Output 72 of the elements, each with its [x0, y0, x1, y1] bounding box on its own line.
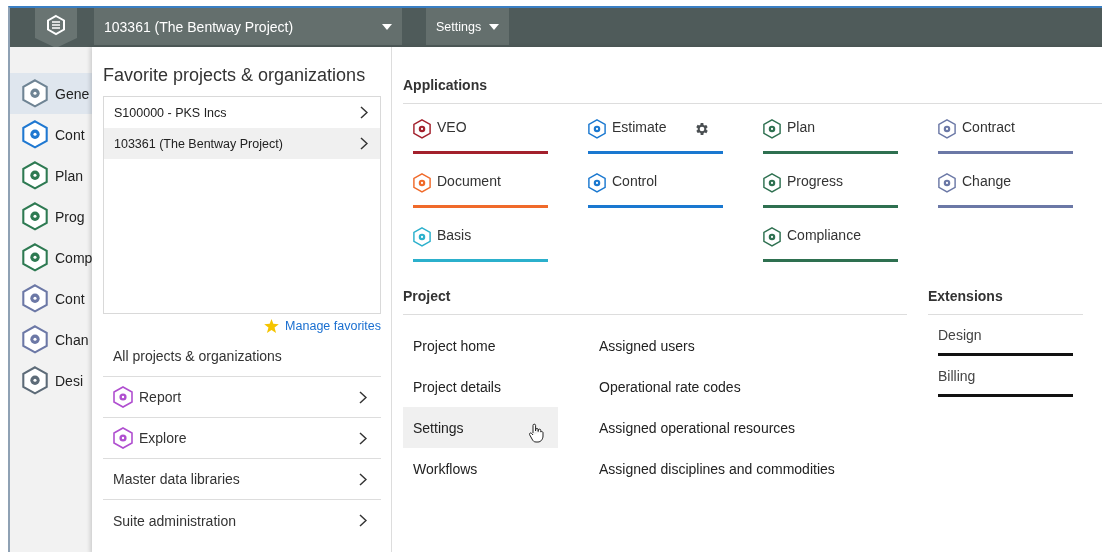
hexagon-icon — [763, 119, 781, 139]
application-tile[interactable]: Estimate — [588, 118, 723, 154]
application-tile[interactable]: Control — [588, 172, 723, 208]
project-dropdown[interactable]: 103361 (The Bentway Project) — [94, 8, 402, 45]
sidebar-item[interactable]: Cont — [10, 114, 92, 155]
project-link[interactable]: Operational rate codes — [589, 366, 835, 407]
navigation-item[interactable]: All projects & organizations — [103, 336, 381, 377]
chevron-right-icon — [360, 137, 368, 150]
hexagon-icon — [588, 173, 606, 193]
project-link[interactable]: Assigned users — [589, 325, 835, 366]
sidebar-label: Gene — [55, 85, 90, 102]
application-tile[interactable]: VEO — [413, 118, 548, 154]
application-tile[interactable]: Plan — [763, 118, 898, 154]
extension-link[interactable]: Billing — [938, 368, 1073, 397]
application-tile[interactable]: Progress — [763, 172, 898, 208]
logo-icon — [35, 8, 77, 48]
project-link[interactable]: Project details — [403, 366, 558, 407]
project-link[interactable]: Settings — [403, 407, 558, 448]
project-link[interactable]: Workflows — [403, 448, 558, 489]
chevron-right-icon — [359, 431, 367, 445]
hexagon-icon — [413, 173, 431, 193]
project-link[interactable]: Assigned disciplines and commodities — [589, 448, 835, 489]
hexagon-icon — [413, 227, 431, 247]
navigation-item[interactable]: Report — [103, 377, 381, 418]
hexagon-icon — [938, 119, 956, 139]
hexagon-icon — [763, 173, 781, 193]
project-link[interactable]: Project home — [403, 325, 558, 366]
sidebar-item[interactable]: Desi — [10, 360, 92, 401]
navigation-item[interactable]: Master data libraries — [103, 459, 381, 500]
sidebar-label: Comp — [55, 249, 92, 266]
caret-icon — [382, 23, 392, 30]
sidebar-item[interactable]: Prog — [10, 196, 92, 237]
chevron-right-icon — [359, 390, 367, 404]
sidebar-item[interactable]: Gene — [10, 73, 92, 114]
sidebar-item[interactable]: Comp — [10, 237, 92, 278]
settings-dropdown[interactable]: Settings — [426, 8, 510, 45]
chevron-right-icon — [360, 106, 368, 119]
sidebar-label: Cont — [55, 290, 85, 307]
manage-favorites-link[interactable]: Manage favorites — [285, 319, 381, 333]
sidebar-label: Plan — [55, 167, 84, 184]
application-tile[interactable]: Basis — [413, 226, 548, 262]
favorite-item[interactable]: 103361 (The Bentway Project) — [104, 128, 380, 159]
sidebar-label: Desi — [55, 372, 83, 389]
navigation-item[interactable]: Explore — [103, 418, 381, 459]
application-tile[interactable]: Document — [413, 172, 548, 208]
navigation-item[interactable]: Suite administration — [103, 500, 381, 541]
sidebar-label: Prog — [55, 208, 85, 225]
sidebar-label: Chan — [55, 331, 89, 348]
hand-cursor-icon — [528, 423, 544, 443]
favorites-title: Favorite projects & organizations — [103, 65, 367, 86]
section-heading: Extensions — [928, 288, 1083, 315]
project-link[interactable]: Assigned operational resources — [589, 407, 835, 448]
chevron-right-icon — [359, 472, 367, 486]
application-tile[interactable]: Compliance — [763, 226, 898, 262]
extension-link[interactable]: Design — [938, 327, 1073, 356]
favorite-item[interactable]: S100000 - PKS Incs — [104, 97, 380, 128]
application-tile[interactable]: Change — [938, 172, 1073, 208]
sidebar-item[interactable]: Chan — [10, 319, 92, 360]
sidebar-item[interactable]: Cont — [10, 278, 92, 319]
sidebar-label: Cont — [55, 126, 85, 143]
settings-icon[interactable] — [694, 121, 710, 137]
star-icon — [264, 319, 280, 333]
section-heading: Project — [403, 288, 907, 315]
hexagon-icon — [938, 173, 956, 193]
caret-icon — [489, 23, 500, 30]
hexagon-icon — [588, 119, 606, 139]
application-tile[interactable]: Contract — [938, 118, 1073, 154]
hexagon-icon — [413, 119, 431, 139]
section-heading: Applications — [403, 77, 1102, 104]
hexagon-icon — [763, 227, 781, 247]
sidebar-item[interactable]: Plan — [10, 155, 92, 196]
chevron-right-icon — [359, 514, 367, 527]
